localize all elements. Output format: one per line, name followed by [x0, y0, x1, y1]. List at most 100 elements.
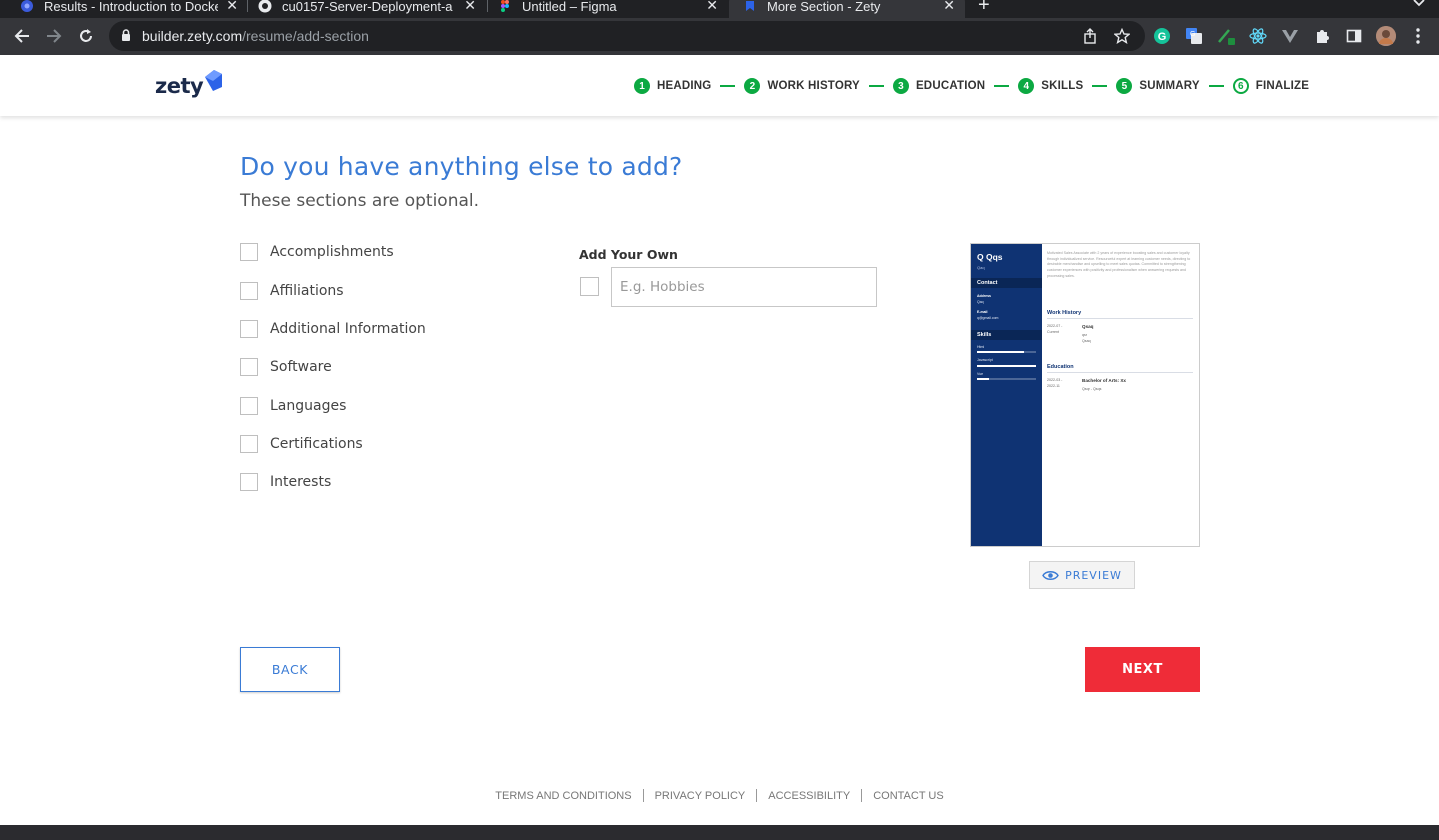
tab-title: More Section - Zety: [767, 0, 881, 14]
browser-tab-strip: Results - Introduction to Docke ✕ cu0157…: [0, 0, 1439, 18]
step-label: SKILLS: [1041, 80, 1084, 92]
checkbox[interactable]: [240, 282, 258, 300]
share-icon[interactable]: [1082, 28, 1098, 44]
resume-skill-track: [977, 365, 1036, 367]
resume-sidebar: Q Qqs Qaq Contact Address Qaq E-mail q@g…: [971, 244, 1042, 546]
step-connector: [1208, 85, 1224, 87]
google-translate-extension-icon[interactable]: G: [1185, 27, 1203, 45]
browser-toolbar: builder.zety.com/resume/add-section G G: [0, 18, 1439, 55]
next-button[interactable]: NEXT: [1085, 647, 1200, 692]
address-bar[interactable]: builder.zety.com/resume/add-section: [109, 21, 1145, 51]
step-connector: [868, 85, 884, 87]
tab-search-chevron-icon[interactable]: [1413, 0, 1425, 10]
contact-us-link[interactable]: CONTACT US: [862, 790, 955, 802]
accessibility-link[interactable]: ACCESSIBILITY: [757, 790, 861, 802]
reload-icon[interactable]: [75, 25, 97, 47]
pen-extension-icon[interactable]: [1217, 27, 1235, 45]
kebab-menu-icon[interactable]: [1409, 27, 1427, 45]
close-icon[interactable]: ✕: [706, 0, 718, 14]
section-label: Affiliations: [270, 283, 344, 299]
step-finalize[interactable]: 6 FINALIZE: [1232, 78, 1310, 94]
resume-address-value: Qaq: [977, 300, 984, 304]
extensions-puzzle-icon[interactable]: [1313, 27, 1331, 45]
back-arrow-icon[interactable]: [11, 25, 33, 47]
close-icon[interactable]: ✕: [226, 0, 238, 14]
terms-link[interactable]: TERMS AND CONDITIONS: [484, 790, 642, 802]
forward-arrow-icon[interactable]: [43, 25, 65, 47]
step-heading[interactable]: 1 HEADING: [634, 78, 711, 94]
react-devtools-icon[interactable]: [1249, 27, 1267, 45]
resume-summary: Motivated Sales Associate with 2 years o…: [1047, 251, 1191, 278]
step-number: 4: [1018, 78, 1035, 94]
resume-divider: [1047, 372, 1193, 373]
step-label: SUMMARY: [1139, 80, 1200, 92]
tab-title: Results - Introduction to Docke: [44, 0, 218, 14]
resume-address-label: Address: [977, 294, 992, 298]
resume-education-heading: Education: [1047, 364, 1074, 370]
step-education[interactable]: 3 EDUCATION: [892, 78, 985, 94]
step-number: 3: [892, 78, 909, 94]
svg-text:G: G: [1158, 31, 1167, 43]
section-label: Languages: [270, 398, 347, 414]
section-option-additional-information[interactable]: Additional Information: [240, 320, 540, 338]
section-label: Software: [270, 359, 332, 375]
close-icon[interactable]: ✕: [464, 0, 476, 14]
zety-logo-mark-icon: [205, 70, 223, 91]
step-skills[interactable]: 4 SKILLS: [1018, 78, 1083, 94]
page-subtitle: These sections are optional.: [240, 191, 480, 211]
section-option-languages[interactable]: Languages: [240, 397, 540, 415]
step-summary[interactable]: 5 SUMMARY: [1116, 78, 1200, 94]
browser-tab-figma[interactable]: Untitled – Figma ✕: [498, 0, 718, 18]
tab-title: cu0157-Server-Deployment-a: [282, 0, 453, 14]
progress-steps: 1 HEADING 2 WORK HISTORY 3 EDUCATION 4 S…: [634, 78, 1309, 94]
preview-label: PREVIEW: [1065, 568, 1122, 582]
checkbox[interactable]: [240, 358, 258, 376]
url-text: builder.zety.com/resume/add-section: [142, 28, 369, 44]
section-option-affiliations[interactable]: Affiliations: [240, 282, 540, 300]
resume-work-line: qsr: [1082, 333, 1087, 337]
new-tab-plus-icon[interactable]: +: [978, 0, 990, 17]
add-your-own-checkbox[interactable]: [580, 277, 599, 296]
section-option-certifications[interactable]: Certifications: [240, 435, 540, 453]
resume-divider: [1047, 318, 1193, 319]
step-number: 1: [634, 78, 650, 94]
browser-tab-docker[interactable]: Results - Introduction to Docke ✕: [20, 0, 238, 18]
bottom-bar: [0, 825, 1439, 840]
step-number: 2: [744, 78, 761, 94]
resume-email-value: q@gmail.com: [977, 316, 999, 320]
profile-avatar[interactable]: [1376, 26, 1396, 46]
checkbox[interactable]: [240, 320, 258, 338]
section-option-interests[interactable]: Interests: [240, 473, 540, 491]
preview-button[interactable]: PREVIEW: [1029, 561, 1135, 589]
figma-favicon-icon: [498, 0, 512, 13]
tab-separator: [487, 0, 488, 12]
resume-edu-dates: 2022-03 -: [1047, 378, 1063, 382]
github-favicon-icon: [258, 0, 272, 13]
checkbox[interactable]: [240, 243, 258, 261]
privacy-policy-link[interactable]: PRIVACY POLICY: [644, 790, 757, 802]
browser-tab-github[interactable]: cu0157-Server-Deployment-a ✕: [258, 0, 476, 18]
lock-icon[interactable]: [121, 29, 131, 47]
add-your-own-input[interactable]: [611, 267, 877, 307]
close-icon[interactable]: ✕: [943, 0, 955, 14]
resume-email-label: E-mail: [977, 310, 988, 314]
checkbox[interactable]: [240, 473, 258, 491]
bookmark-star-icon[interactable]: [1113, 27, 1131, 44]
vue-devtools-icon[interactable]: [1281, 27, 1299, 45]
resume-preview-thumbnail[interactable]: Q Qqs Qaq Contact Address Qaq E-mail q@g…: [970, 243, 1200, 547]
grammarly-extension-icon[interactable]: G: [1153, 27, 1171, 45]
section-option-accomplishments[interactable]: Accomplishments: [240, 243, 540, 261]
step-work-history[interactable]: 2 WORK HISTORY: [744, 78, 860, 94]
section-option-software[interactable]: Software: [240, 358, 540, 376]
back-button[interactable]: BACK: [240, 647, 340, 692]
step-label: FINALIZE: [1255, 80, 1310, 92]
side-panel-icon[interactable]: [1345, 27, 1363, 45]
section-label: Certifications: [270, 436, 363, 452]
checkbox[interactable]: [240, 435, 258, 453]
browser-tab-zety[interactable]: More Section - Zety ✕: [729, 0, 965, 18]
checkbox[interactable]: [240, 397, 258, 415]
step-connector: [720, 85, 736, 87]
eye-icon: [1042, 570, 1059, 580]
step-number: 6: [1232, 78, 1249, 94]
zety-logo[interactable]: zety: [155, 69, 223, 98]
